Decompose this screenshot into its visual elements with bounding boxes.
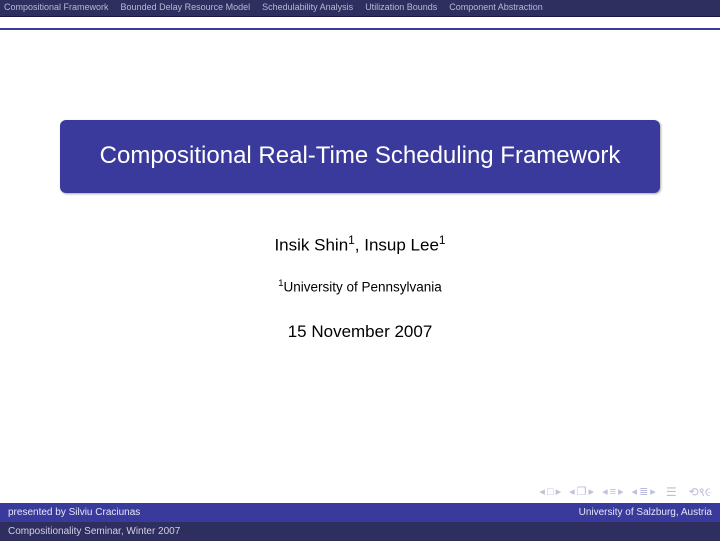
prev-frame-icon[interactable]: ◂ <box>568 485 576 498</box>
subsection-icon: ≡ <box>609 486 617 498</box>
author-separator: , <box>355 236 364 255</box>
nav-item-component-abstraction[interactable]: Component Abstraction <box>449 2 543 12</box>
footer-institution: University of Salzburg, Austria <box>579 507 712 518</box>
beamer-nav-controls: ◂ □ ▸ ◂ ❐ ▸ ◂ ≡ ▸ ◂ ≣ ▸ ☰ ⟲९૯ <box>0 481 720 503</box>
next-section-icon[interactable]: ▸ <box>649 485 657 498</box>
next-frame-icon[interactable]: ▸ <box>588 485 596 498</box>
frame-icon: ❐ <box>576 485 588 498</box>
slide-body: Compositional Real-Time Scheduling Frame… <box>0 30 720 481</box>
nav-item-schedulability[interactable]: Schedulability Analysis <box>262 2 353 12</box>
nav-item-bounded-delay[interactable]: Bounded Delay Resource Model <box>121 2 251 12</box>
footer-primary: presented by Silviu Craciunas University… <box>0 503 720 522</box>
section-icon: ≣ <box>638 485 649 498</box>
nav-subsection-group: ◂ ≡ ▸ <box>601 485 624 498</box>
nav-undo-icon[interactable]: ⟲९૯ <box>686 483 712 500</box>
nav-back-forward-icon[interactable]: ☰ <box>663 485 680 499</box>
affiliation-text: University of Pennsylvania <box>283 279 441 294</box>
date-line: 15 November 2007 <box>288 322 433 342</box>
author-1-name: Insik Shin <box>274 236 348 255</box>
nav-item-compositional-framework[interactable]: Compositional Framework <box>4 2 109 12</box>
affiliation-line: 1University of Pennsylvania <box>278 278 442 295</box>
authors-line: Insik Shin1, Insup Lee1 <box>274 233 445 256</box>
next-subsection-icon[interactable]: ▸ <box>617 485 625 498</box>
prev-section-icon[interactable]: ◂ <box>631 485 639 498</box>
nav-section-group: ◂ ≣ ▸ <box>631 485 657 498</box>
slide-title: Compositional Real-Time Scheduling Frame… <box>100 142 621 169</box>
nav-frame-group: ◂ ❐ ▸ <box>568 485 595 498</box>
footer-seminar: Compositionality Seminar, Winter 2007 <box>8 526 180 537</box>
section-nav-bar: Compositional Framework Bounded Delay Re… <box>0 0 720 17</box>
prev-slide-icon[interactable]: ◂ <box>538 485 546 498</box>
prev-subsection-icon[interactable]: ◂ <box>601 485 609 498</box>
nav-slide-group: ◂ □ ▸ <box>538 485 562 498</box>
author-2-name: Insup Lee <box>364 236 439 255</box>
nav-item-utilization-bounds[interactable]: Utilization Bounds <box>365 2 437 12</box>
footer-secondary: Compositionality Seminar, Winter 2007 <box>0 522 720 541</box>
author-1-affil-sup: 1 <box>348 233 355 247</box>
slide-icon: □ <box>546 486 555 498</box>
next-slide-icon[interactable]: ▸ <box>555 485 563 498</box>
footer-presenter: presented by Silviu Craciunas <box>8 507 140 518</box>
title-box: Compositional Real-Time Scheduling Frame… <box>60 120 660 193</box>
author-2-affil-sup: 1 <box>439 233 446 247</box>
